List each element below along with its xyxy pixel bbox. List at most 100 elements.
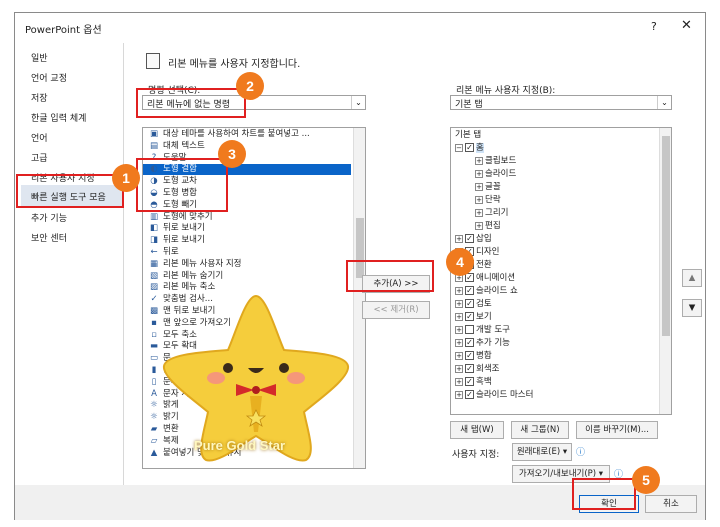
tab-checkbox[interactable]: ✓ — [465, 234, 474, 243]
tree-scrollbar[interactable] — [659, 128, 671, 414]
expand-icon[interactable]: + — [455, 351, 463, 360]
expand-icon[interactable]: + — [475, 221, 483, 230]
expand-icon[interactable]: + — [455, 299, 463, 308]
command-item[interactable]: ← 뒤로 — [143, 247, 351, 258]
command-item[interactable]: ▥ 도형에 맞추기 — [143, 212, 351, 223]
tab-checkbox[interactable]: ✓ — [465, 312, 474, 321]
command-item[interactable]: ▣ 대상 테마를 사용하여 차트를 붙여넣고 ... — [143, 129, 351, 140]
command-item[interactable]: ▧ 리본 메뉴 숨기기 — [143, 271, 351, 282]
tab-checkbox[interactable]: ✓ — [465, 286, 474, 295]
close-button[interactable]: ✕ — [681, 18, 692, 33]
ribbon-tree-item[interactable]: + 편집 — [475, 220, 501, 232]
move-down-button[interactable]: ▼ — [682, 299, 702, 317]
command-label: 뒤로 보내기 — [163, 235, 205, 246]
ribbon-tree-item[interactable]: 기본 탭 — [455, 129, 481, 141]
command-icon: ▦ — [149, 258, 159, 269]
ribbon-tree-item[interactable]: + ✓ 슬라이드 쇼 — [455, 285, 518, 297]
expand-icon[interactable]: + — [455, 312, 463, 321]
expand-icon[interactable]: + — [475, 195, 483, 204]
nav-item-general[interactable]: 일반 — [31, 51, 48, 64]
expand-icon[interactable]: + — [455, 286, 463, 295]
ribbon-tree-item[interactable]: + 단락 — [475, 194, 501, 206]
command-item[interactable]: ◧ 뒤로 보내기 — [143, 223, 351, 234]
command-label: 리본 메뉴 숨기기 — [163, 270, 224, 281]
expand-icon[interactable]: + — [455, 234, 463, 243]
expand-icon[interactable]: + — [475, 156, 483, 165]
customize-ribbon-combo[interactable]: 기본 탭 ⌄ — [450, 95, 672, 110]
nav-item-language[interactable]: 언어 — [31, 131, 48, 144]
ribbon-tree-item[interactable]: + 그리기 — [475, 207, 508, 219]
ribbon-tree-item[interactable]: + 글꼴 — [475, 181, 501, 193]
ribbon-tree-label: 기본 탭 — [455, 130, 482, 140]
help-button[interactable]: ? — [651, 20, 657, 33]
move-up-button[interactable]: ▲ — [682, 269, 702, 287]
nav-item-advanced[interactable]: 고급 — [31, 151, 48, 164]
customize-ribbon-value: 기본 탭 — [455, 100, 483, 110]
tab-checkbox[interactable]: ✓ — [465, 390, 474, 399]
ribbon-tree-item[interactable]: + ✓ 흑백 — [455, 376, 492, 388]
ribbon-tree-label: 편집 — [485, 221, 501, 231]
tree-scroll-thumb[interactable] — [662, 136, 670, 336]
collapse-icon[interactable]: − — [455, 143, 463, 152]
ribbon-tree-item[interactable]: + 개발 도구 — [455, 324, 510, 336]
tab-checkbox[interactable]: ✓ — [465, 299, 474, 308]
highlight-shape-commands — [136, 158, 228, 212]
options-nav: 일반 언어 교정 저장 한글 입력 체계 언어 고급 리본 사용자 지정 빠른 … — [21, 43, 124, 485]
expand-icon[interactable]: + — [455, 364, 463, 373]
cancel-button[interactable]: 취소 — [645, 495, 697, 513]
remove-button[interactable]: << 제거(R) — [362, 301, 430, 319]
ribbon-tree-label: 개발 도구 — [476, 325, 510, 335]
ribbon-tree-item[interactable]: + 클립보드 — [475, 155, 516, 167]
nav-item-proofing[interactable]: 언어 교정 — [31, 71, 67, 84]
command-icon: ← — [150, 247, 158, 257]
ribbon-tree-item[interactable]: + ✓ 병합 — [455, 350, 492, 362]
expand-icon[interactable]: + — [455, 390, 463, 399]
command-item[interactable]: ▦ 리본 메뉴 사용자 지정 — [143, 259, 351, 270]
commands-scrollbar[interactable] — [353, 128, 365, 468]
rename-button[interactable]: 이름 바꾸기(M)... — [576, 421, 658, 439]
ribbon-tree-item[interactable]: + ✓ 삽입 — [455, 233, 492, 245]
command-item[interactable]: ◨ 뒤로 보내기 — [143, 235, 351, 246]
expand-icon[interactable]: + — [475, 208, 483, 217]
ribbon-tree-item[interactable]: + ✓ 슬라이드 마스터 — [455, 389, 533, 401]
ribbon-tree-label: 클립보드 — [485, 156, 517, 166]
tab-checkbox[interactable] — [465, 325, 474, 334]
step-badge-3: 3 — [218, 140, 246, 168]
ribbon-tree-item[interactable]: − ✓ 홈 — [455, 142, 484, 154]
ribbon-tree-label: 단락 — [485, 195, 501, 205]
ribbon-tabs-tree[interactable]: + ✓ 슬라이드 마스터 + ✓ 흑백 + ✓ 회색조 + ✓ 병합 + ✓ 추가 기능 + 개발 도구 + ✓ 보기… — [450, 127, 672, 415]
nav-item-trust-center[interactable]: 보안 센터 — [31, 231, 67, 244]
nav-item-input[interactable]: 한글 입력 체계 — [31, 111, 86, 124]
tab-checkbox[interactable]: ✓ — [465, 338, 474, 347]
reset-dropdown[interactable]: 원래대로(E) ▾ — [512, 443, 572, 461]
ribbon-tree-label: 병합 — [476, 351, 492, 361]
new-group-button[interactable]: 새 그룹(N) — [511, 421, 569, 439]
tab-checkbox[interactable]: ✓ — [465, 351, 474, 360]
gold-star-sticker: Pure Gold Star — [158, 292, 354, 464]
expand-icon[interactable]: + — [455, 338, 463, 347]
info-icon: ⓘ — [576, 448, 586, 458]
expand-icon[interactable]: + — [455, 325, 463, 334]
expand-icon[interactable]: + — [475, 169, 483, 178]
ribbon-tree-item[interactable]: + ✓ 추가 기능 — [455, 337, 510, 349]
tab-checkbox[interactable]: ✓ — [465, 364, 474, 373]
command-label: 도형에 맞추기 — [163, 211, 213, 222]
tab-checkbox[interactable]: ✓ — [465, 377, 474, 386]
ribbon-tree-item[interactable]: + 슬라이드 — [475, 168, 516, 180]
ribbon-tree-item[interactable]: + ✓ 검토 — [455, 298, 492, 310]
tab-checkbox[interactable]: ✓ — [465, 143, 474, 152]
command-item[interactable]: ▤ 대체 텍스트 — [143, 141, 351, 152]
nav-item-addins[interactable]: 추가 기능 — [31, 211, 67, 224]
step-badge-2: 2 — [236, 72, 264, 100]
ribbon-tree-item[interactable]: + ✓ 보기 — [455, 311, 492, 323]
ribbon-tree-label: 검토 — [476, 299, 492, 309]
expand-icon[interactable]: + — [455, 377, 463, 386]
command-icon: ◨ — [149, 235, 159, 246]
ribbon-tree-label: 삽입 — [476, 234, 492, 244]
expand-icon[interactable]: + — [475, 182, 483, 191]
command-label: 뒤로 — [163, 247, 179, 257]
ribbon-tree-item[interactable]: + ✓ 회색조 — [455, 363, 499, 375]
ribbon-tree-label: 디자인 — [476, 247, 500, 257]
new-tab-button[interactable]: 새 탭(W) — [450, 421, 504, 439]
nav-item-save[interactable]: 저장 — [31, 91, 48, 104]
